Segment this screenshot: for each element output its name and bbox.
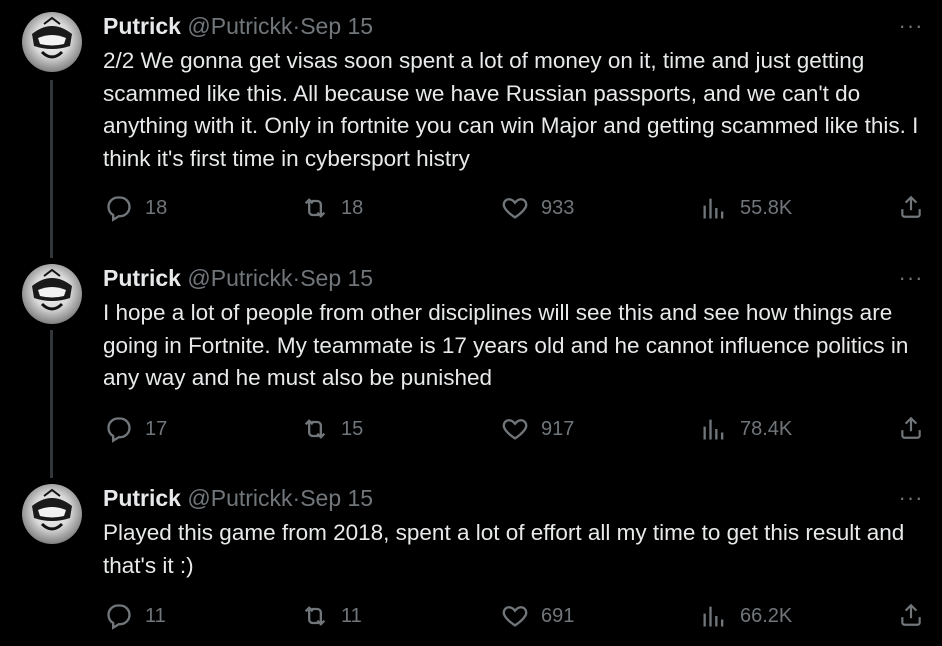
author-name[interactable]: Putrick	[103, 485, 181, 511]
retweet-count: 15	[341, 417, 364, 440]
views-icon	[703, 606, 724, 627]
heart-icon	[502, 198, 528, 219]
reply-icon	[107, 417, 131, 443]
retweet-button[interactable]: 11	[301, 602, 362, 630]
tweet-header: Putrick @Putrickk·Sep 15	[103, 12, 373, 40]
author-handle[interactable]: @Putrickk	[187, 265, 292, 291]
tweet[interactable]: Putrick @Putrickk·Sep 15 ··· I hope a lo…	[0, 252, 942, 472]
avatar-image	[32, 268, 72, 311]
avatar[interactable]	[22, 264, 82, 324]
view-count: 66.2K	[740, 604, 793, 627]
views-button[interactable]: 78.4K	[700, 415, 792, 443]
reply-count: 18	[145, 196, 168, 219]
reply-count: 17	[145, 417, 168, 440]
like-count: 691	[541, 604, 575, 627]
retweet-button[interactable]: 18	[301, 194, 363, 222]
retweet-count: 18	[341, 196, 364, 219]
share-icon	[901, 416, 921, 439]
tweet-date[interactable]: Sep 15	[300, 265, 373, 291]
reply-button[interactable]: 18	[105, 194, 167, 222]
reply-icon	[107, 604, 131, 630]
tweet-text: I hope a lot of people from other discip…	[103, 300, 909, 390]
like-button[interactable]: 933	[501, 194, 574, 222]
tweet-date[interactable]: Sep 15	[300, 485, 373, 511]
reply-icon	[107, 196, 131, 222]
share-button[interactable]	[898, 415, 924, 446]
avatar[interactable]	[22, 484, 82, 544]
share-button[interactable]	[898, 602, 924, 633]
avatar-image	[32, 488, 72, 531]
tweet-actions: 18 18 933 55.8K	[0, 194, 942, 224]
like-count: 933	[541, 196, 575, 219]
tweet-actions: 17 15 917 78.4K	[0, 415, 942, 445]
share-button[interactable]	[898, 194, 924, 225]
views-icon	[703, 198, 724, 219]
share-icon	[901, 603, 921, 626]
tweet[interactable]: Putrick @Putrickk·Sep 15 ··· 2/2 We gonn…	[0, 0, 942, 250]
like-button[interactable]: 917	[501, 415, 574, 443]
tweet-actions: 11 11 691 66.2K	[0, 602, 942, 632]
author-handle[interactable]: @Putrickk	[187, 13, 292, 39]
share-icon	[901, 195, 921, 218]
tweet-text: 2/2 We gonna get visas soon spent a lot …	[103, 48, 919, 171]
tweet-header: Putrick @Putrickk·Sep 15	[103, 484, 373, 512]
like-button[interactable]: 691	[501, 602, 574, 630]
tweet-text: Played this game from 2018, spent a lot …	[103, 520, 905, 578]
views-button[interactable]: 66.2K	[700, 602, 792, 630]
views-icon	[703, 419, 724, 440]
reply-button[interactable]: 11	[105, 602, 166, 630]
heart-icon	[502, 606, 528, 627]
retweet-icon	[304, 419, 326, 439]
retweet-icon	[304, 198, 326, 218]
more-options-icon[interactable]: ···	[896, 15, 926, 37]
tweet-date[interactable]: Sep 15	[300, 13, 373, 39]
views-button[interactable]: 55.8K	[700, 194, 792, 222]
more-options-icon[interactable]: ···	[896, 267, 926, 289]
tweet-header: Putrick @Putrickk·Sep 15	[103, 264, 373, 292]
like-count: 917	[541, 417, 575, 440]
avatar[interactable]	[22, 12, 82, 72]
author-name[interactable]: Putrick	[103, 13, 181, 39]
retweet-button[interactable]: 15	[301, 415, 363, 443]
tweet[interactable]: Putrick @Putrickk·Sep 15 ··· Played this…	[0, 472, 942, 646]
reply-count: 11	[145, 604, 166, 627]
author-name[interactable]: Putrick	[103, 265, 181, 291]
reply-button[interactable]: 17	[105, 415, 167, 443]
retweet-icon	[304, 606, 326, 626]
view-count: 78.4K	[740, 417, 793, 440]
heart-icon	[502, 419, 528, 440]
view-count: 55.8K	[740, 196, 793, 219]
avatar-image	[32, 16, 72, 59]
author-handle[interactable]: @Putrickk	[187, 485, 292, 511]
more-options-icon[interactable]: ···	[896, 487, 926, 509]
retweet-count: 11	[341, 604, 362, 627]
